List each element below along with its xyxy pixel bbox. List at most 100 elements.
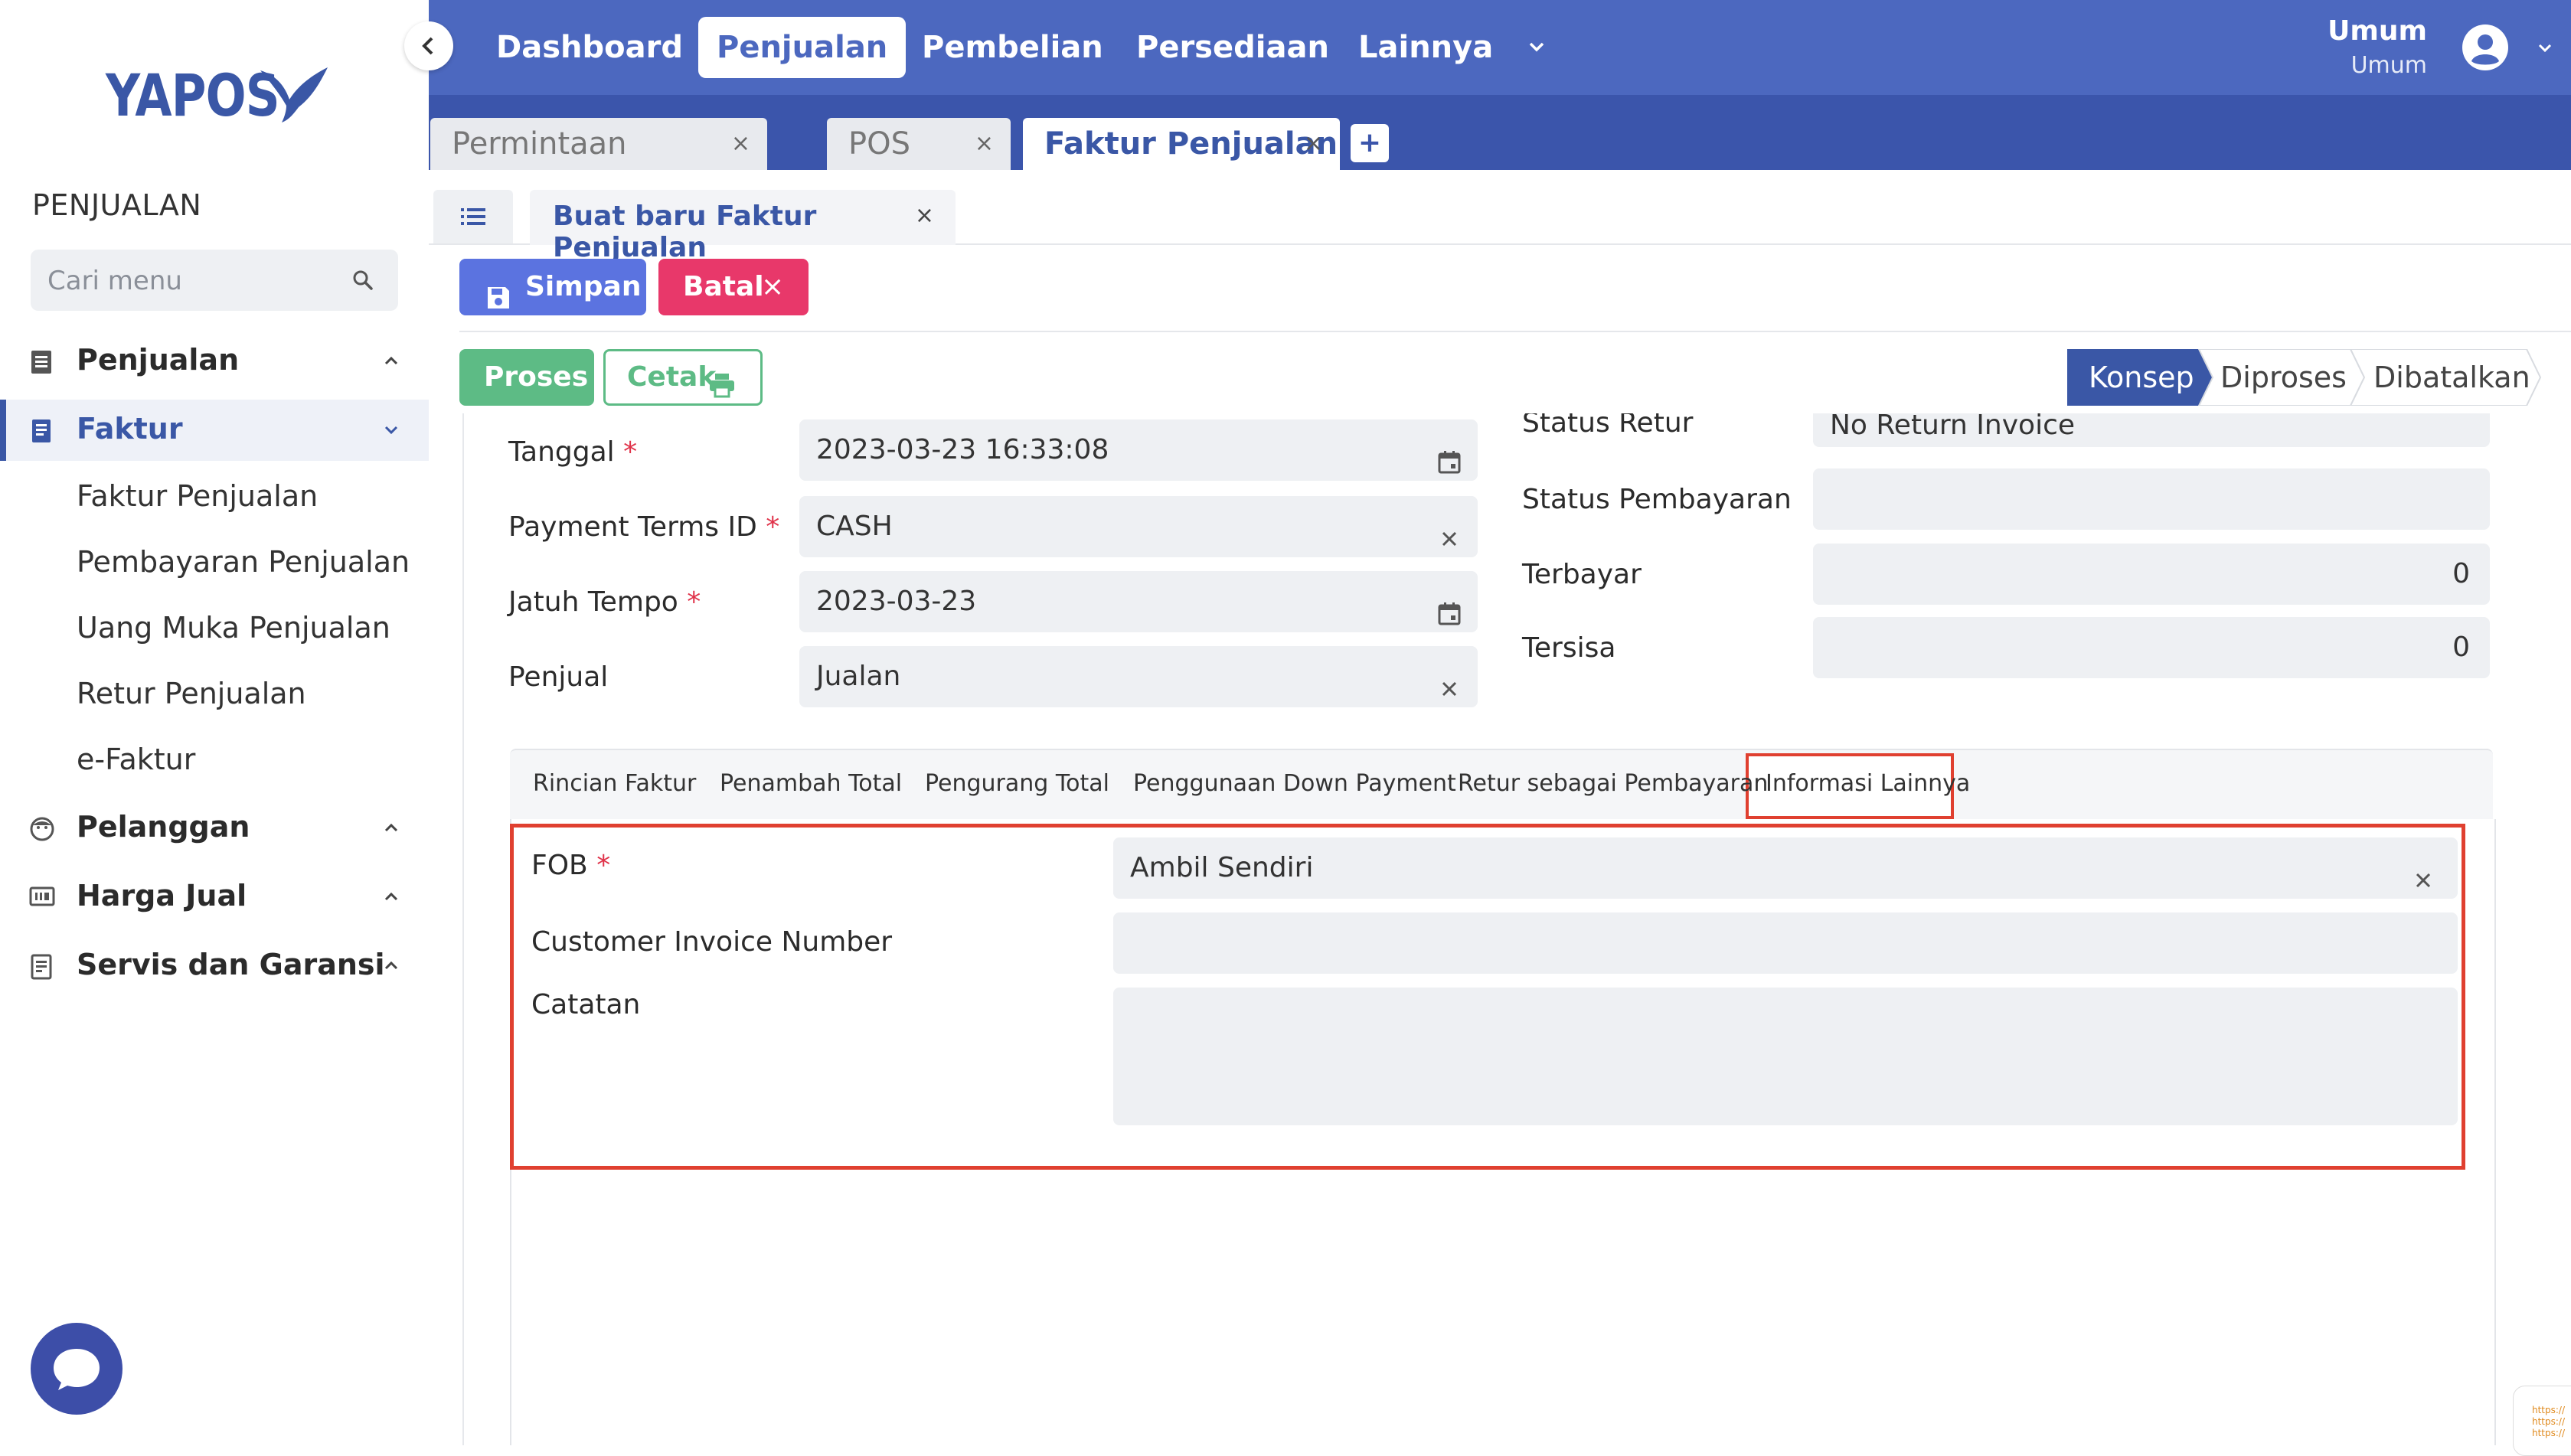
price-tag-icon (29, 885, 55, 911)
calendar-icon[interactable] (1436, 588, 1462, 649)
print-button[interactable]: Cetak (603, 349, 763, 406)
invoice-icon (29, 418, 54, 447)
corner-note-line: https:// (2532, 1405, 2566, 1415)
clear-icon[interactable] (1436, 663, 1462, 724)
label-text: Payment Terms ID (508, 511, 757, 543)
tanggal-field[interactable]: 2023-03-23 16:33:08 (799, 419, 1478, 481)
nav-penjualan[interactable]: Penjualan (698, 17, 907, 78)
penjual-value: Jualan (816, 661, 901, 692)
save-label: Simpan (525, 271, 642, 302)
tab-retur-sebagai-pembayaran[interactable]: Retur sebagai Pembayaran (1458, 770, 1768, 797)
bird-logo-icon (260, 67, 328, 122)
jatuh-tempo-value: 2023-03-23 (816, 586, 977, 617)
menu-search-input[interactable] (46, 250, 340, 312)
status-step-konsep[interactable]: Konsep (2089, 349, 2194, 406)
chat-button[interactable] (31, 1323, 123, 1415)
sidebar-item-faktur[interactable]: Faktur (0, 400, 429, 461)
tab-informasi-lainnya[interactable]: Informasi Lainnya (1766, 770, 1970, 797)
yapos-logo[interactable]: YAPOS (106, 55, 335, 132)
sidebar-item-label: Penjualan (77, 343, 240, 377)
process-button[interactable]: Proses (459, 349, 594, 406)
terbayar-value: 0 (2452, 558, 2470, 589)
close-tab-icon[interactable]: × (975, 118, 994, 170)
required-mark: * (623, 436, 638, 468)
required-mark: * (766, 511, 780, 543)
user-avatar-icon[interactable] (2461, 23, 2510, 75)
tab-rincian-faktur[interactable]: Rincian Faktur (533, 770, 696, 797)
print-label: Cetak (627, 361, 717, 393)
penjual-field[interactable]: Jualan (799, 646, 1478, 707)
tab-label: Faktur Penjualan (1044, 126, 1338, 162)
label-jatuh-tempo: Jatuh Tempo * (508, 586, 701, 618)
list-icon (461, 208, 485, 225)
sidebar: YAPOS PENJUALAN Penjualan Faktur Faktur … (0, 0, 429, 1445)
collapse-sidebar-button[interactable] (404, 21, 453, 70)
sidebar-item-label: Servis dan Garansi (77, 948, 385, 981)
user-name[interactable]: Umum (2328, 15, 2427, 47)
nav-dashboard[interactable]: Dashboard (496, 17, 683, 78)
sidebar-item-label: Harga Jual (77, 879, 247, 912)
printer-icon (708, 364, 736, 416)
calendar-icon[interactable] (1436, 436, 1462, 498)
cancel-button[interactable]: Batal × (658, 259, 809, 315)
label-tersisa: Tersisa (1522, 632, 1616, 664)
user-role: Umum (2350, 52, 2427, 79)
tersisa-field: 0 (1813, 617, 2490, 678)
tanggal-value: 2023-03-23 16:33:08 (816, 434, 1109, 465)
nav-persediaan[interactable]: Persediaan (1136, 17, 1329, 78)
corner-note-text: https:// https:// https:// (2532, 1405, 2565, 1439)
sidebar-item-pelanggan[interactable]: Pelanggan (0, 798, 429, 859)
close-tab-icon[interactable]: × (1304, 118, 1323, 170)
save-button[interactable]: Simpan (459, 259, 646, 315)
sidebar-subitem-faktur-penjualan[interactable]: Faktur Penjualan (77, 479, 318, 513)
search-icon[interactable] (351, 268, 375, 295)
user-menu-chevron-icon[interactable] (2534, 37, 2556, 61)
nav-pembelian[interactable]: Pembelian (922, 17, 1103, 78)
tab-penambah-total[interactable]: Penambah Total (720, 770, 902, 797)
close-form-tab-icon[interactable]: × (915, 202, 934, 229)
top-navigation: Dashboard Penjualan Pembelian Persediaan… (429, 0, 2571, 95)
document-list-icon (29, 349, 54, 378)
status-step-diproses[interactable]: Diproses (2220, 349, 2347, 406)
tab-pengurang-total[interactable]: Pengurang Total (925, 770, 1109, 797)
chevron-up-icon (381, 351, 401, 374)
corner-note-line: https:// (2532, 1428, 2566, 1438)
tab-penggunaan-down-payment[interactable]: Penggunaan Down Payment (1133, 770, 1456, 797)
informasi-lainnya-highlight-box (510, 824, 2465, 1170)
tab-pos[interactable]: POS × (827, 118, 1011, 170)
terbayar-field: 0 (1813, 544, 2490, 605)
plus-icon: + (1357, 127, 1382, 158)
form-tab-buat-baru[interactable]: Buat baru Faktur Penjualan × (530, 190, 956, 263)
payment-terms-field[interactable]: CASH (799, 496, 1478, 557)
service-document-icon (29, 954, 54, 983)
clear-icon[interactable] (1436, 513, 1462, 574)
chat-bubble-icon (54, 1349, 100, 1390)
tersisa-value: 0 (2452, 632, 2470, 663)
label-text: Penjual (508, 661, 609, 693)
chevron-up-icon (381, 955, 401, 978)
sidebar-item-label: Pelanggan (77, 810, 250, 844)
list-view-button[interactable] (433, 190, 513, 243)
sidebar-item-servis-dan-garansi[interactable]: Servis dan Garansi (0, 935, 429, 997)
sidebar-subitem-e-faktur[interactable]: e-Faktur (77, 743, 195, 776)
floppy-disk-icon (485, 274, 511, 331)
more-menu-chevron-icon[interactable] (1525, 35, 1548, 61)
tab-faktur-penjualan[interactable]: Faktur Penjualan × (1023, 118, 1340, 170)
status-retur-value: No Return Invoice (1830, 413, 2076, 441)
chevron-up-icon (381, 886, 401, 909)
sidebar-item-label: Faktur (77, 412, 183, 446)
sidebar-subitem-retur-penjualan[interactable]: Retur Penjualan (77, 677, 306, 710)
label-text: Jatuh Tempo (508, 586, 678, 618)
sidebar-subitem-pembayaran-penjualan[interactable]: Pembayaran Penjualan (77, 545, 410, 579)
menu-search (31, 250, 398, 312)
sidebar-item-harga-jual[interactable]: Harga Jual (0, 867, 429, 928)
status-step-dibatalkan[interactable]: Dibatalkan (2373, 349, 2530, 406)
close-tab-icon[interactable]: × (731, 118, 750, 170)
toolbar-divider (459, 331, 2571, 332)
add-tab-button[interactable]: + (1351, 124, 1389, 162)
tab-permintaan-pembelian[interactable]: Permintaan Pembelian × (430, 118, 767, 214)
sidebar-item-penjualan[interactable]: Penjualan (0, 331, 429, 392)
nav-lainnya[interactable]: Lainnya (1358, 17, 1493, 78)
jatuh-tempo-field[interactable]: 2023-03-23 (799, 571, 1478, 632)
sidebar-subitem-uang-muka-penjualan[interactable]: Uang Muka Penjualan (77, 611, 390, 645)
